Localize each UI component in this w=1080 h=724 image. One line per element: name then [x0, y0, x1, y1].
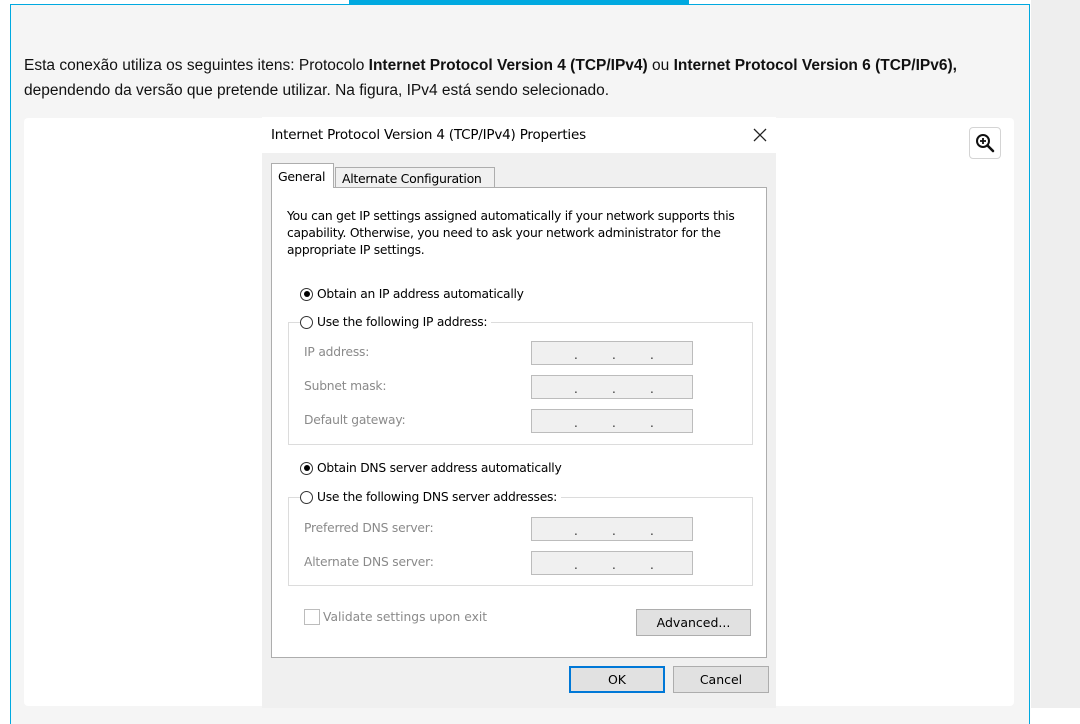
intro-text-2: ou [647, 57, 674, 74]
validate-settings-option[interactable]: Validate settings upon exit [304, 609, 487, 625]
ip-dot: . [612, 558, 616, 572]
ip-dot: . [650, 382, 654, 396]
default-gateway-input[interactable]: . . . [531, 409, 693, 433]
intro-ipv4-bold: Internet Protocol Version 4 (TCP/IPv4) [368, 57, 648, 74]
validate-settings-label: Validate settings upon exit [323, 610, 488, 624]
ip-auto-label: Obtain an IP address automatically [317, 287, 524, 301]
ip-dot: . [650, 348, 654, 362]
dns-auto-radio[interactable] [300, 461, 313, 475]
alternate-dns-label: Alternate DNS server: [304, 555, 434, 569]
intro-text-1: Esta conexão utiliza os seguintes itens:… [24, 57, 369, 74]
intro-paragraph: Esta conexão utiliza os seguintes itens:… [24, 53, 1014, 103]
zoom-button[interactable] [969, 127, 1001, 159]
advanced-button[interactable]: Advanced... [636, 609, 751, 636]
default-gateway-label: Default gateway: [304, 413, 406, 427]
close-icon [753, 128, 767, 142]
ip-dot: . [574, 558, 578, 572]
dialog-description: You can get IP settings assigned automat… [287, 209, 735, 257]
dns-manual-label: Use the following DNS server addresses: [317, 490, 558, 504]
preferred-dns-input[interactable]: . . . [531, 517, 693, 541]
dns-manual-option[interactable]: Use the following DNS server addresses: [300, 490, 562, 504]
ip-dot: . [612, 524, 616, 538]
ip-dot: . [574, 416, 578, 430]
ipv4-properties-dialog: Internet Protocol Version 4 (TCP/IPv4) P… [262, 117, 776, 708]
ip-auto-option[interactable]: Obtain an IP address automatically [300, 287, 524, 301]
intro-ipv6-bold: Internet Protocol Version 6 (TCP/IPv6), [673, 57, 957, 74]
ip-manual-label: Use the following IP address: [317, 315, 488, 329]
subnet-mask-label: Subnet mask: [304, 379, 387, 393]
dialog-title: Internet Protocol Version 4 (TCP/IPv4) P… [271, 127, 586, 143]
ip-dot: . [612, 348, 616, 362]
dns-auto-option[interactable]: Obtain DNS server address automatically [300, 461, 562, 475]
ip-dot: . [574, 382, 578, 396]
close-button[interactable] [746, 121, 774, 149]
active-tab-indicator [349, 0, 689, 5]
ip-dot: . [650, 558, 654, 572]
ip-address-input[interactable]: . . . [531, 341, 693, 365]
alternate-dns-input[interactable]: . . . [531, 551, 693, 575]
ip-dot: . [650, 416, 654, 430]
tab-alternate-configuration[interactable]: Alternate Configuration [335, 167, 495, 188]
ip-dot: . [574, 348, 578, 362]
dns-manual-radio[interactable] [300, 490, 313, 504]
ip-dot: . [612, 416, 616, 430]
ip-auto-radio[interactable] [300, 287, 313, 301]
validate-settings-checkbox[interactable] [304, 609, 320, 625]
zoom-in-icon [976, 134, 995, 153]
dialog-titlebar: Internet Protocol Version 4 (TCP/IPv4) P… [262, 117, 776, 153]
ip-dot: . [650, 524, 654, 538]
preferred-dns-label: Preferred DNS server: [304, 521, 434, 535]
ip-dot: . [574, 524, 578, 538]
cancel-button[interactable]: Cancel [673, 666, 769, 693]
ok-button[interactable]: OK [569, 666, 665, 693]
right-gutter [1031, 0, 1080, 708]
tab-general[interactable]: General [271, 163, 334, 188]
ip-address-label: IP address: [304, 345, 370, 359]
ip-manual-radio[interactable] [300, 315, 313, 329]
ip-manual-option[interactable]: Use the following IP address: [300, 315, 492, 329]
ip-dot: . [612, 382, 616, 396]
dns-auto-label: Obtain DNS server address automatically [317, 461, 562, 475]
subnet-mask-input[interactable]: . . . [531, 375, 693, 399]
intro-text-3: dependendo da versão que pretende utiliz… [24, 82, 610, 99]
